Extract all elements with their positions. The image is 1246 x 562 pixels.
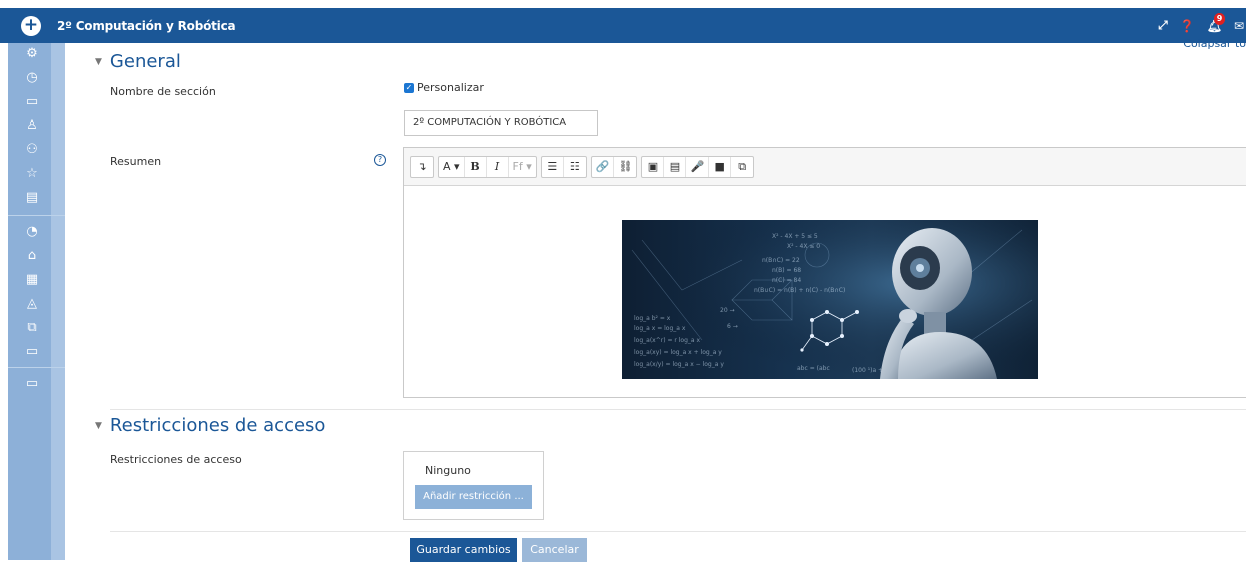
top-navbar: + 2º Computación y Robótica ⤢ ❓ 🔔︎ 9 ✉: [0, 8, 1246, 43]
paragraph-style-button[interactable]: A ▾: [439, 156, 465, 177]
sidebar-folder-2[interactable]: ▭: [8, 341, 65, 365]
customize-checkbox-row[interactable]: ✓ Personalizar: [404, 81, 484, 94]
collapse-all-link[interactable]: Colapsar to: [1183, 37, 1246, 50]
summary-label: Resumen: [110, 155, 162, 168]
toolbar-group-links: 🔗 ⛓: [590, 155, 638, 178]
svg-text:6 →: 6 →: [727, 323, 738, 330]
course-title[interactable]: 2º Computación y Robótica: [57, 19, 236, 33]
sidebar-dashboard[interactable]: ◔: [8, 221, 65, 245]
customize-label: Personalizar: [417, 81, 484, 94]
svg-text:20 →: 20 →: [720, 307, 735, 314]
help-icon[interactable]: ❓: [1180, 19, 1195, 33]
clock-icon: ◷: [26, 70, 38, 85]
expand-icon[interactable]: ⤢: [1158, 18, 1168, 33]
home-icon: ⌂: [27, 248, 37, 263]
bold-button[interactable]: B: [465, 156, 487, 177]
sidebar-home[interactable]: ⌂: [8, 245, 65, 269]
svg-text:log_a(x/y) = log_a x − log_a y: log_a(x/y) = log_a x − log_a y: [634, 361, 724, 368]
svg-text:X² - 4X + 5 ≤ 5: X² - 4X + 5 ≤ 5: [772, 233, 818, 240]
font-button[interactable]: Ff ▾: [509, 157, 536, 177]
sidebar-users[interactable]: ♙: [8, 115, 65, 139]
sidebar-book[interactable]: ▤: [8, 187, 65, 211]
help-icon[interactable]: ?: [374, 154, 386, 166]
save-changes-button[interactable]: Guardar cambios: [410, 538, 517, 562]
svg-text:X² - 4X ≤ 0: X² - 4X ≤ 0: [787, 243, 820, 250]
toolbar-group-media: ▣ ▤ 🎤 ■ ⧉: [641, 155, 755, 178]
bell-icon[interactable]: 🔔︎ 9: [1207, 12, 1226, 33]
link-button[interactable]: 🔗: [592, 156, 615, 177]
sidebar-separator: [8, 367, 65, 368]
manage-files-button[interactable]: ⧉: [731, 157, 753, 177]
unlink-button[interactable]: ⛓: [614, 157, 636, 177]
svg-text:n(B) = 68: n(B) = 68: [772, 267, 801, 274]
collapse-caret-icon: ▼: [95, 420, 102, 431]
folder-icon: ▭: [25, 94, 39, 109]
no-restrictions-text: Ninguno: [425, 464, 471, 477]
folder-icon: ▭: [25, 344, 39, 359]
collapse-caret-icon: ▼: [95, 56, 102, 67]
sidebar-clock[interactable]: ◷: [8, 67, 65, 91]
record-audio-button[interactable]: 🎤: [686, 156, 710, 177]
star-icon: ☆: [26, 166, 38, 181]
section-name-label: Nombre de sección: [110, 85, 216, 98]
users-icon: ♙: [26, 118, 38, 133]
media-button[interactable]: ▤: [664, 156, 687, 177]
toolbar-toggle-button[interactable]: ↴: [411, 157, 433, 177]
cancel-button[interactable]: Cancelar: [522, 538, 587, 562]
sidebar-folder[interactable]: ▭: [8, 91, 65, 115]
add-icon[interactable]: +: [21, 15, 41, 36]
form-divider: [110, 531, 1246, 532]
toolbar-group-collapse: ↴: [410, 155, 434, 178]
rich-text-editor[interactable]: ↴ A ▾ B I Ff ▾ ☰ ☷ 🔗 ⛓ ▣ ▤ 🎤 ■ ⧉ X² - 4X…: [403, 147, 1246, 398]
sidebar-cogs[interactable]: ⚙: [8, 43, 65, 67]
sidebar-separator: [8, 215, 65, 216]
sidebar-folder-3[interactable]: ▭: [8, 373, 65, 397]
svg-text:n(B∪C) = n(B) + n(C) - n(B∩C): n(B∪C) = n(B) + n(C) - n(B∩C): [754, 287, 845, 294]
svg-text:log_a b² = x: log_a b² = x: [634, 315, 671, 322]
section-general-title: General: [109, 51, 181, 72]
mail-icon[interactable]: ✉: [1234, 19, 1244, 33]
sidebar-group[interactable]: ⚇: [8, 139, 65, 163]
access-restrictions-box: Ninguno Añadir restricción ...: [403, 451, 544, 520]
sidebar-star[interactable]: ☆: [8, 163, 65, 187]
robot-with-math-formulas-image[interactable]: X² - 4X + 5 ≤ 5 X² - 4X ≤ 0 n(B∩C) = 22 …: [622, 220, 1038, 379]
notification-badge: 9: [1213, 12, 1226, 25]
toolbar-group-format: A ▾ B I Ff ▾: [438, 155, 537, 178]
cogs-icon: ⚙: [26, 46, 38, 61]
calendar-icon: ▦: [25, 272, 39, 287]
sidebar-graduation[interactable]: ◬: [8, 293, 65, 317]
access-restrictions-label: Restricciones de acceso: [110, 453, 242, 466]
editor-toolbar: ↴ A ▾ B I Ff ▾ ☰ ☷ 🔗 ⛓ ▣ ▤ 🎤 ■ ⧉: [404, 148, 1246, 186]
graduation-cap-icon: ◬: [27, 296, 37, 311]
svg-text:n(C) = 84: n(C) = 84: [772, 277, 801, 284]
section-access-header[interactable]: ▼ Restricciones de acceso: [95, 415, 325, 436]
image-button[interactable]: ▣: [642, 156, 665, 177]
svg-text:log_a x = log_a x: log_a x = log_a x: [634, 325, 686, 332]
section-name-input[interactable]: 2º COMPUTACIÓN Y ROBÓTICA: [404, 110, 598, 136]
user-group-icon: ⚇: [26, 142, 38, 157]
section-general-header[interactable]: ▼ General: [95, 51, 181, 72]
svg-text:log_a(x^r) = r log_a x: log_a(x^r) = r log_a x: [634, 337, 700, 344]
svg-text:log_a(xy) = log_a x + log_a y: log_a(xy) = log_a x + log_a y: [634, 349, 722, 356]
sidebar-calendar[interactable]: ▦: [8, 269, 65, 293]
robot-illustration: X² - 4X + 5 ≤ 5 X² - 4X ≤ 0 n(B∩C) = 22 …: [622, 220, 1038, 379]
main-content: Colapsar to ▼ General Nombre de sección …: [65, 37, 1246, 562]
toolbar-group-lists: ☰ ☷: [540, 155, 587, 178]
ordered-list-button[interactable]: ☷: [564, 157, 586, 177]
add-restriction-button[interactable]: Añadir restricción ...: [415, 485, 532, 509]
left-sidebar: ⚙ ◷ ▭ ♙ ⚇ ☆ ▤ ◔ ⌂ ▦ ◬ ⧉ ▭ ▭: [8, 43, 65, 560]
folder-icon: ▭: [25, 376, 39, 391]
svg-text:abc = (abc: abc = (abc: [797, 365, 830, 372]
checkbox-checked-icon[interactable]: ✓: [404, 82, 414, 93]
sidebar-files[interactable]: ⧉: [8, 317, 65, 341]
unordered-list-button[interactable]: ☰: [542, 156, 564, 177]
book-icon: ▤: [25, 190, 39, 205]
record-video-button[interactable]: ■: [709, 156, 732, 177]
italic-button[interactable]: I: [487, 156, 509, 177]
svg-text:n(B∩C) = 22: n(B∩C) = 22: [762, 257, 800, 264]
section-divider: [110, 409, 1246, 410]
dashboard-icon: ◔: [26, 224, 38, 239]
section-access-title: Restricciones de acceso: [109, 415, 326, 436]
files-icon: ⧉: [27, 320, 37, 335]
